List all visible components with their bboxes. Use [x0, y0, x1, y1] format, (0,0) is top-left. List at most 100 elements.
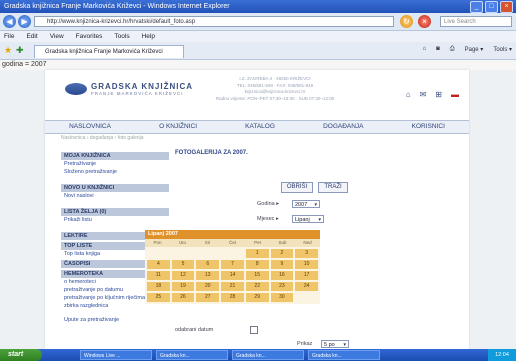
calendar-day[interactable]: 21: [221, 282, 244, 291]
sidebar-link[interactable]: Novi naslovi: [61, 192, 169, 200]
minimize-button[interactable]: _: [470, 1, 483, 13]
menu-file[interactable]: File: [4, 31, 14, 42]
calendar-day[interactable]: 3: [295, 249, 318, 258]
selected-date-label: odabrani datum: [175, 327, 214, 333]
calendar-day[interactable]: 27: [196, 293, 220, 302]
window-title: Gradska knjižnica Franje Markovića Križe…: [4, 3, 230, 10]
clear-button[interactable]: OBRIŠI: [281, 182, 313, 193]
page-menu[interactable]: Page ▾: [465, 46, 484, 53]
calendar-day[interactable]: 10: [295, 260, 318, 269]
sidebar-link[interactable]: Prikaži listu: [61, 216, 169, 224]
calendar-day[interactable]: 20: [196, 282, 220, 291]
calendar-day[interactable]: 6: [196, 260, 220, 269]
month-select[interactable]: Lipanj: [292, 215, 324, 224]
taskbar-clock: 12:04: [488, 349, 516, 361]
calendar-weekday: Sub: [278, 240, 287, 245]
calendar-day[interactable]: 25: [147, 293, 170, 302]
breadcrumb: Naslovnica › događanja › foto galerija: [61, 135, 144, 141]
mail-icon[interactable]: ✉: [420, 90, 427, 99]
calendar-day[interactable]: 1: [245, 249, 269, 258]
calendar-day[interactable]: 8: [245, 260, 269, 269]
flag-uk-icon[interactable]: ▬: [451, 90, 459, 99]
taskbar-item[interactable]: Gradska kn...: [156, 350, 228, 360]
calendar-day[interactable]: 5: [171, 260, 195, 269]
taskbar: start Windows Live ... Gradska kn... Gra…: [0, 349, 516, 361]
search-button[interactable]: TRAŽI: [318, 182, 348, 193]
calendar-day[interactable]: 2: [270, 249, 294, 258]
home-icon[interactable]: ⌂: [423, 46, 427, 53]
add-favorite-icon[interactable]: ✚: [16, 45, 24, 56]
forward-icon[interactable]: ▶: [18, 15, 31, 28]
logo-subtitle: FRANJE MARKOVIĆA KRIŽEVCI: [91, 91, 184, 96]
calendar-day[interactable]: 28: [221, 293, 244, 302]
calendar-day[interactable]: 24: [295, 282, 318, 291]
nav-korisnici[interactable]: KORISNICI: [412, 121, 445, 133]
address-input[interactable]: http://www.knjiznica-krizevci.hr/hrvatsk…: [34, 16, 394, 27]
menu-tools[interactable]: Tools: [114, 31, 129, 42]
nav-katalog[interactable]: KATALOG: [245, 121, 275, 133]
site-logo[interactable]: GRADSKA KNJIŽNICA FRANJE MARKOVIĆA KRIŽE…: [65, 82, 193, 96]
taskbar-item[interactable]: Gradska kn...: [232, 350, 304, 360]
calendar-day[interactable]: 22: [245, 282, 269, 291]
sidebar-link[interactable]: Pretraživanje: [61, 160, 169, 168]
search-input[interactable]: Live Search: [440, 16, 512, 27]
calendar-weekday: Pet: [254, 240, 261, 245]
close-button[interactable]: ×: [500, 1, 513, 13]
calendar-day[interactable]: 12: [171, 271, 195, 280]
calendar-day[interactable]: 16: [270, 271, 294, 280]
address-toolbar: ◀ ▶ http://www.knjiznica-krizevci.hr/hrv…: [0, 13, 516, 31]
calendar-day[interactable]: 9: [270, 260, 294, 269]
calendar-day[interactable]: 29: [245, 293, 269, 302]
maximize-button[interactable]: □: [485, 1, 498, 13]
feeds-icon[interactable]: ◙: [436, 46, 440, 53]
menu-bar: File Edit View Favorites Tools Help: [0, 31, 516, 42]
nav-naslovnica[interactable]: NASLOVNICA: [69, 121, 111, 133]
nav-o-knjiznici[interactable]: O KNJIŽNICI: [159, 121, 197, 133]
display-select[interactable]: 5 po: [321, 340, 349, 349]
year-select[interactable]: 2007: [292, 200, 320, 209]
menu-favorites[interactable]: Favorites: [76, 31, 103, 42]
print-icon[interactable]: ⎙: [450, 46, 455, 53]
calendar-day[interactable]: 4: [147, 260, 170, 269]
taskbar-item[interactable]: Gradska kn...: [308, 350, 380, 360]
calendar-day[interactable]: 19: [171, 282, 195, 291]
calendar-weekday: Uto: [178, 240, 186, 245]
tools-menu[interactable]: Tools ▾: [493, 46, 512, 53]
month-label: Mjesec ▸: [257, 216, 279, 222]
start-button[interactable]: start: [0, 349, 42, 361]
logo-title: GRADSKA KNJIŽNICA: [91, 82, 194, 91]
calendar-day[interactable]: 13: [196, 271, 220, 280]
sitemap-icon[interactable]: ⊞: [435, 90, 442, 99]
calendar-day[interactable]: 15: [245, 271, 269, 280]
site-header: GRADSKA KNJIŽNICA FRANJE MARKOVIĆA KRIŽE…: [45, 70, 469, 114]
tab-bar: ★ ✚ Gradska knjižnica Franje Markovića K…: [0, 42, 516, 60]
sidebar-link[interactable]: Složeno pretraživanje: [61, 168, 169, 176]
tab-current[interactable]: Gradska knjižnica Franje Markovića Križe…: [34, 45, 184, 58]
calendar-day[interactable]: 17: [295, 271, 318, 280]
debug-output: godina = 2007: [0, 60, 516, 70]
favorites-star-icon[interactable]: ★: [4, 45, 12, 56]
back-icon[interactable]: ◀: [3, 15, 16, 28]
calendar-day[interactable]: 14: [221, 271, 244, 280]
calendar-day[interactable]: 7: [221, 260, 244, 269]
calendar-day[interactable]: 18: [147, 282, 170, 291]
calendar-day[interactable]: 11: [147, 271, 170, 280]
sidebar-header: LISTA ŽELJA (0): [61, 208, 169, 216]
calendar-day[interactable]: 23: [270, 282, 294, 291]
window-titlebar: Gradska knjižnica Franje Markovića Križe…: [0, 0, 516, 13]
taskbar-item[interactable]: Windows Live ...: [80, 350, 152, 360]
calendar-weekday: Ned: [303, 240, 312, 245]
menu-view[interactable]: View: [50, 31, 64, 42]
menu-help[interactable]: Help: [142, 31, 155, 42]
home-icon[interactable]: ⌂: [406, 90, 411, 99]
stop-icon[interactable]: ×: [418, 15, 431, 28]
web-page: GRADSKA KNJIŽNICA FRANJE MARKOVIĆA KRIŽE…: [45, 70, 469, 349]
refresh-icon[interactable]: ↻: [400, 15, 413, 28]
sidebar-link[interactable]: Upute za pretraživanje: [61, 316, 169, 324]
selected-date-checkbox[interactable]: [250, 326, 258, 334]
menu-edit[interactable]: Edit: [26, 31, 37, 42]
nav-dogadanja[interactable]: DOGAĐANJA: [323, 121, 363, 133]
calendar-weekday: Pon: [153, 240, 162, 245]
calendar-day[interactable]: 26: [171, 293, 195, 302]
calendar-day[interactable]: 30: [270, 293, 294, 302]
